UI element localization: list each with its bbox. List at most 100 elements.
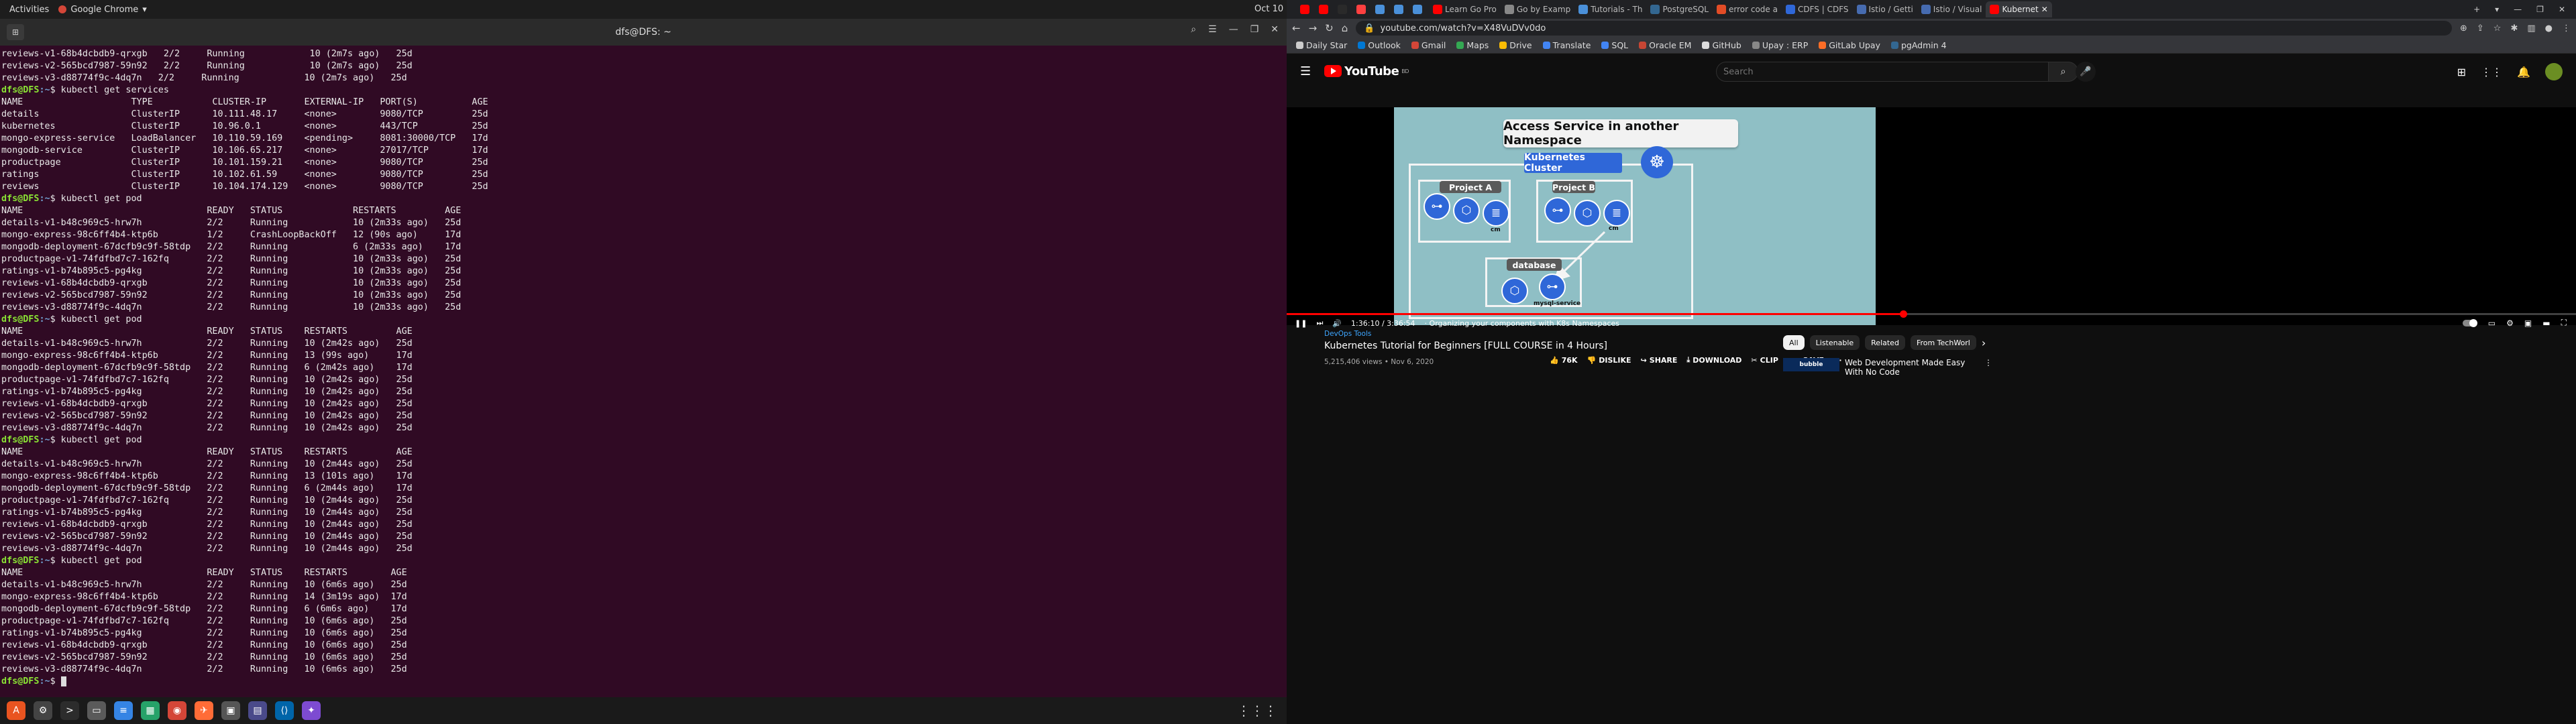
more-options-icon[interactable]: ⋮ xyxy=(1984,358,1992,377)
settings-icon[interactable]: ⚙ xyxy=(34,701,52,720)
browser-tab[interactable]: Learn Go Pro xyxy=(1429,1,1501,17)
filter-chip[interactable]: All xyxy=(1783,335,1805,350)
browser-tab[interactable] xyxy=(1373,1,1391,17)
browser-tab[interactable] xyxy=(1410,1,1429,17)
settings-icon[interactable]: ⚙ xyxy=(2506,318,2514,328)
ubuntu-software-icon[interactable]: A xyxy=(7,701,25,720)
vscode-icon[interactable]: ⟨⟩ xyxy=(275,701,294,720)
profile-icon[interactable]: ● xyxy=(2545,23,2553,34)
progress-bar[interactable] xyxy=(1287,310,2576,318)
reading-list-icon[interactable]: ▥ xyxy=(2527,23,2535,34)
browser-tab[interactable]: CDFS | CDFS xyxy=(1782,1,1853,17)
recommended-thumbnail[interactable]: bubble xyxy=(1783,358,1839,371)
search-button[interactable]: ⌕ xyxy=(2049,62,2078,82)
autoplay-toggle[interactable] xyxy=(2462,318,2477,327)
dislike-button[interactable]: 👎 DISLIKE xyxy=(1587,356,1631,365)
minimize-icon[interactable]: — xyxy=(1229,24,1238,35)
browser-tab[interactable]: PostgreSQL xyxy=(1646,1,1713,17)
browser-tab[interactable]: error code a xyxy=(1713,1,1782,17)
search-icon[interactable]: ⌕ xyxy=(1191,24,1196,35)
share-icon[interactable]: ⇪ xyxy=(2477,23,2484,34)
recommended-title[interactable]: Web Development Made Easy With No Code xyxy=(1845,358,1979,377)
apps-icon[interactable]: ⋮⋮ xyxy=(2481,66,2502,78)
terminal-icon[interactable]: > xyxy=(60,701,79,720)
bookmark-item[interactable]: GitHub xyxy=(1702,40,1741,50)
bookmark-item[interactable]: Gmail xyxy=(1411,40,1446,50)
browser-menu-icon[interactable]: ⋮ xyxy=(2562,23,2571,34)
chrome-icon[interactable]: ◉ xyxy=(168,701,186,720)
postman-icon[interactable]: ✈ xyxy=(195,701,213,720)
channel-name[interactable]: DevOps Tools xyxy=(1324,330,1754,338)
video-player[interactable]: Access Service in another Namespace Kube… xyxy=(1287,107,2576,328)
app-icon[interactable]: ▣ xyxy=(221,701,240,720)
bookmark-item[interactable]: Outlook xyxy=(1358,40,1401,50)
browser-tab[interactable] xyxy=(1316,1,1335,17)
chapter-title[interactable]: · Organizing your components with K8s Na… xyxy=(1425,319,1619,328)
theater-icon[interactable]: ▬ xyxy=(2542,318,2550,328)
bookmark-item[interactable]: pgAdmin 4 xyxy=(1890,40,1947,50)
filter-chip[interactable]: From TechWorl xyxy=(1910,335,1976,350)
forward-icon[interactable]: → xyxy=(1309,22,1318,34)
browser-tab[interactable]: Tutorials - Th xyxy=(1574,1,1646,17)
maximize-icon[interactable]: ❐ xyxy=(1250,24,1259,35)
activities-button[interactable]: Activities xyxy=(0,5,58,15)
browser-tab[interactable]: Go by Examp xyxy=(1501,1,1574,17)
terminal-window[interactable]: ⊞ dfs@DFS: ~ ⌕ ☰ — ❐ ✕ reviews-v1-68b4dc… xyxy=(0,19,1287,705)
back-icon[interactable]: ← xyxy=(1292,22,1301,34)
close-icon[interactable]: ✕ xyxy=(2559,5,2565,14)
browser-tab[interactable] xyxy=(1354,1,1373,17)
filter-chip[interactable]: Listenable xyxy=(1809,335,1860,350)
avatar[interactable] xyxy=(2545,63,2563,80)
address-bar[interactable]: 🔒 youtube.com/watch?v=X48VuDVv0do xyxy=(1356,21,2452,36)
bookmark-item[interactable]: Upay : ERP xyxy=(1752,40,1808,50)
bookmark-item[interactable]: Maps xyxy=(1456,40,1489,50)
document-icon[interactable]: ≡ xyxy=(114,701,133,720)
share-button[interactable]: ↪ SHARE xyxy=(1641,356,1678,365)
bookmark-item[interactable]: Drive xyxy=(1499,40,1532,50)
extensions-icon[interactable]: ✱ xyxy=(2510,23,2518,34)
browser-tab[interactable]: Kubernet ✕ xyxy=(1986,1,2052,17)
create-icon[interactable]: ⊞ xyxy=(2457,66,2466,78)
miniplayer-icon[interactable]: ▣ xyxy=(2524,318,2532,328)
chevron-right-icon[interactable]: › xyxy=(1982,337,1986,349)
close-icon[interactable]: ✕ xyxy=(1271,24,1279,35)
home-icon[interactable]: ⌂ xyxy=(1342,22,1348,34)
files-icon[interactable]: ▭ xyxy=(87,701,106,720)
voice-search-icon[interactable]: 🎤 xyxy=(2076,62,2096,82)
bookmark-item[interactable]: Daily Star xyxy=(1296,40,1347,50)
tab-search-icon[interactable]: ▾ xyxy=(2495,5,2499,14)
browser-tab[interactable]: Istio / Visual xyxy=(1917,1,1986,17)
bookmark-item[interactable]: Translate xyxy=(1542,40,1591,50)
spreadsheet-icon[interactable]: ▦ xyxy=(141,701,160,720)
reload-icon[interactable]: ↻ xyxy=(1325,22,1334,34)
hamburger-menu-icon[interactable]: ☰ xyxy=(1208,24,1217,35)
new-tab-button[interactable]: + xyxy=(2473,5,2480,14)
video-frame[interactable]: Access Service in another Namespace Kube… xyxy=(1394,107,1876,325)
browser-tab[interactable]: Istio / Getti xyxy=(1853,1,1917,17)
new-tab-icon[interactable]: ⊞ xyxy=(7,24,24,40)
download-button[interactable]: ⤓ DOWNLOAD xyxy=(1686,355,1741,365)
like-button[interactable]: 👍 76K xyxy=(1550,356,1578,365)
bookmark-item[interactable]: SQL xyxy=(1601,40,1628,50)
bookmark-item[interactable]: GitLab Upay xyxy=(1819,40,1880,50)
volume-icon[interactable]: 🔊 xyxy=(1332,319,1342,328)
maximize-icon[interactable]: ❐ xyxy=(2536,5,2544,14)
bookmark-item[interactable]: Oracle EM xyxy=(1639,40,1691,50)
tab-close-icon[interactable]: ✕ xyxy=(2041,5,2048,14)
minimize-icon[interactable]: — xyxy=(2514,5,2522,14)
clip-button[interactable]: ✂ CLIP xyxy=(1751,356,1778,365)
recommended-video[interactable]: bubble Web Development Made Easy With No… xyxy=(1783,358,1992,377)
show-applications-icon[interactable]: ⋮⋮⋮ xyxy=(1237,703,1277,719)
browser-tab[interactable] xyxy=(1335,1,1354,17)
terminal-output[interactable]: reviews-v1-68b4dcbdb9-qrxgb 2/2 Running … xyxy=(0,46,1287,705)
browser-tab[interactable] xyxy=(1391,1,1410,17)
bookmark-star-icon[interactable]: ☆ xyxy=(2493,23,2502,34)
filter-chip[interactable]: Related xyxy=(1865,335,1905,350)
next-icon[interactable]: ⏭ xyxy=(1316,318,1323,328)
app-launcher-icon[interactable]: ✦ xyxy=(302,701,321,720)
youtube-logo[interactable]: YouTube BD xyxy=(1324,64,1409,78)
notifications-icon[interactable]: 🔔 xyxy=(2517,66,2530,78)
search-input[interactable] xyxy=(1716,62,2049,82)
browser-tab[interactable] xyxy=(1297,1,1316,17)
pause-icon[interactable]: ❚❚ xyxy=(1295,319,1307,328)
